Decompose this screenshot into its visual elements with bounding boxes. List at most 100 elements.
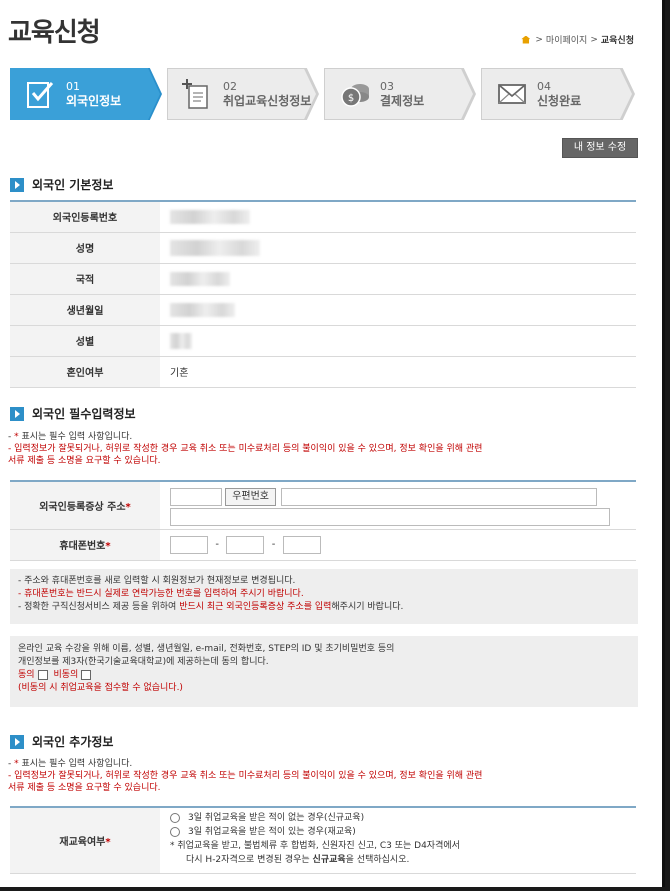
warning-note-2: 서류 제출 등 소명을 요구할 수 있습니다.	[8, 783, 161, 793]
radio-new-education[interactable]	[170, 812, 180, 823]
row-value	[160, 201, 636, 233]
breadcrumb-mypage[interactable]: 마이페이지	[546, 33, 587, 46]
additional-notes: - * 표시는 필수 입력 사항입니다. - 입력정보가 잘못되거나, 허위로 …	[8, 758, 482, 794]
masked-value	[170, 239, 260, 256]
option-re[interactable]: 3일 취업교육을 받은 적이 있는 경우(재교육)	[170, 825, 636, 839]
step-3: $ 03 결제정보	[324, 68, 476, 120]
svg-text:$: $	[348, 93, 354, 104]
masked-value	[170, 332, 192, 349]
required-star: *	[105, 541, 111, 552]
zipcode-button[interactable]: 우편번호	[225, 488, 276, 507]
row-value: 기혼	[160, 356, 636, 388]
section-title: 외국인 추가정보	[32, 735, 114, 749]
row-label: 외국인등록번호	[10, 201, 160, 233]
disagree-checkbox[interactable]	[81, 669, 92, 680]
consent-warning: (비동의 시 취업교육을 접수할 수 없습니다.)	[18, 683, 183, 693]
page-title: 교육신청	[8, 18, 101, 48]
step-number: 02	[223, 80, 237, 93]
required-star-note: - * 표시는 필수 입력 사항입니다.	[8, 759, 133, 769]
masked-value	[170, 209, 250, 224]
row-value: - -	[160, 529, 636, 561]
row-label: 성별	[10, 325, 160, 357]
reeducation-label: 재교육여부	[59, 836, 106, 848]
checklist-icon	[27, 82, 54, 108]
warning-note-2: 서류 제출 등 소명을 요구할 수 있습니다.	[8, 456, 161, 466]
phone-input-1[interactable]	[170, 535, 208, 554]
address-label: 외국인등록증상 주소	[39, 501, 126, 513]
step-number: 01	[66, 80, 80, 93]
reeducation-hint-2: 다시 H-2자격으로 변경된 경우는 신규교육을 선택하십시오.	[186, 855, 410, 865]
breadcrumb-separator: >	[590, 34, 598, 45]
consent-text: 온라인 교육 수강을 위해 이름, 성별, 생년월일, e-mail, 전화번호…	[18, 644, 395, 654]
disagree-label: 비동의	[53, 670, 79, 680]
step-number: 03	[380, 80, 394, 93]
privacy-consent-box: 온라인 교육 수강을 위해 이름, 성별, 생년월일, e-mail, 전화번호…	[10, 636, 638, 707]
required-info-table: 외국인등록증상 주소* 우편번호 휴대폰번호* - -	[10, 480, 636, 561]
phone-separator: -	[271, 539, 276, 550]
breadcrumb-separator: >	[535, 34, 543, 45]
required-star: *	[125, 501, 131, 513]
page: 교육신청 > 마이페이지 > 교육신청 01외국인정보 02취업교육신청정보	[0, 0, 665, 887]
edit-my-info-button[interactable]: 내 정보 수정	[562, 138, 638, 158]
required-notes: - * 표시는 필수 입력 사항입니다. - 입력정보가 잘못되거나, 허위로 …	[8, 431, 482, 467]
step-number: 04	[537, 80, 551, 93]
section-basic-info: 외국인 기본정보	[10, 176, 113, 193]
table-row-address: 외국인등록증상 주소* 우편번호	[10, 481, 636, 530]
notice-line: - 휴대폰번호는 반드시 실제로 연락가능한 번호를 입력하여 주시기 바랍니다…	[18, 589, 304, 599]
phone-label: 휴대폰번호	[59, 541, 106, 552]
section-marker-icon	[10, 177, 24, 192]
row-label: 재교육여부*	[10, 807, 160, 874]
warning-note: - 입력정보가 잘못되거나, 허위로 작성한 경우 교육 취소 또는 미수료처리…	[8, 444, 483, 454]
table-row-phone: 휴대폰번호* - -	[10, 529, 636, 561]
step-label: 취업교육신청정보	[223, 94, 312, 108]
step-label: 외국인정보	[66, 94, 122, 108]
basic-info-table: 외국인등록번호 성명 국적 생년월일 성별 혼인여부 기혼	[10, 200, 636, 388]
option-new[interactable]: 3일 취업교육을 받은 적이 없는 경우(신규교육)	[170, 811, 636, 825]
envelope-icon	[498, 84, 526, 104]
radio-re-education[interactable]	[170, 826, 180, 837]
section-title: 외국인 기본정보	[32, 178, 114, 192]
row-label: 외국인등록증상 주소*	[10, 481, 160, 530]
zipcode-input[interactable]	[170, 488, 222, 507]
phone-input-3[interactable]	[282, 535, 321, 554]
row-value: 우편번호	[160, 481, 636, 530]
coins-icon: $	[341, 84, 369, 107]
additional-info-table: 재교육여부* 3일 취업교육을 받은 적이 없는 경우(신규교육) 3일 취업교…	[10, 806, 636, 874]
phone-separator: -	[215, 539, 219, 550]
phone-input-2[interactable]	[226, 535, 265, 554]
consent-options: 동의 비동의	[18, 669, 630, 682]
home-icon[interactable]	[521, 35, 531, 44]
row-value: 3일 취업교육을 받은 적이 없는 경우(신규교육) 3일 취업교육을 받은 적…	[160, 807, 636, 874]
row-value	[160, 294, 636, 326]
table-row: 성별	[10, 325, 636, 357]
row-label: 성명	[10, 232, 160, 264]
table-row-reeducation: 재교육여부* 3일 취업교육을 받은 적이 없는 경우(신규교육) 3일 취업교…	[10, 807, 636, 874]
step-4: 04 신청완료	[481, 68, 635, 120]
section-marker-icon	[10, 734, 24, 749]
agree-label: 동의	[18, 670, 35, 680]
agree-checkbox[interactable]	[37, 669, 48, 680]
table-row: 생년월일	[10, 294, 636, 326]
address-input[interactable]	[281, 488, 598, 507]
table-row: 국적	[10, 263, 636, 295]
required-star-note: - * 표시는 필수 입력 사항입니다.	[8, 432, 133, 442]
notice-line: - 주소와 휴대폰번호를 새로 입력할 시 회원정보가 현재정보로 변경됩니다.	[18, 576, 296, 586]
consent-text: 개인정보를 제3자(한국기술교육대학교)에 제공하는데 동의 합니다.	[18, 657, 269, 667]
step-2: 02 취업교육신청정보	[167, 68, 319, 120]
reeducation-hint: * 취업교육을 받고, 불법체류 후 합법화, 신원자진 신고, C3 또는 D…	[170, 841, 460, 851]
masked-value	[170, 271, 230, 286]
required-star: *	[105, 836, 111, 848]
address-detail-input[interactable]	[170, 508, 610, 527]
step-1: 01 외국인정보	[10, 68, 162, 120]
section-title: 외국인 필수입력정보	[32, 407, 136, 421]
row-label: 혼인여부	[10, 356, 160, 388]
row-label: 생년월일	[10, 294, 160, 326]
breadcrumb-current: 교육신청	[600, 36, 634, 46]
row-value	[160, 263, 636, 295]
step-label: 신청완료	[537, 94, 582, 108]
section-additional-info: 외국인 추가정보	[10, 733, 113, 750]
table-row: 외국인등록번호	[10, 201, 636, 233]
section-required-info: 외국인 필수입력정보	[10, 405, 136, 422]
step-label: 결제정보	[380, 94, 425, 108]
contact-notice-box: - 주소와 휴대폰번호를 새로 입력할 시 회원정보가 현재정보로 변경됩니다.…	[10, 569, 638, 624]
